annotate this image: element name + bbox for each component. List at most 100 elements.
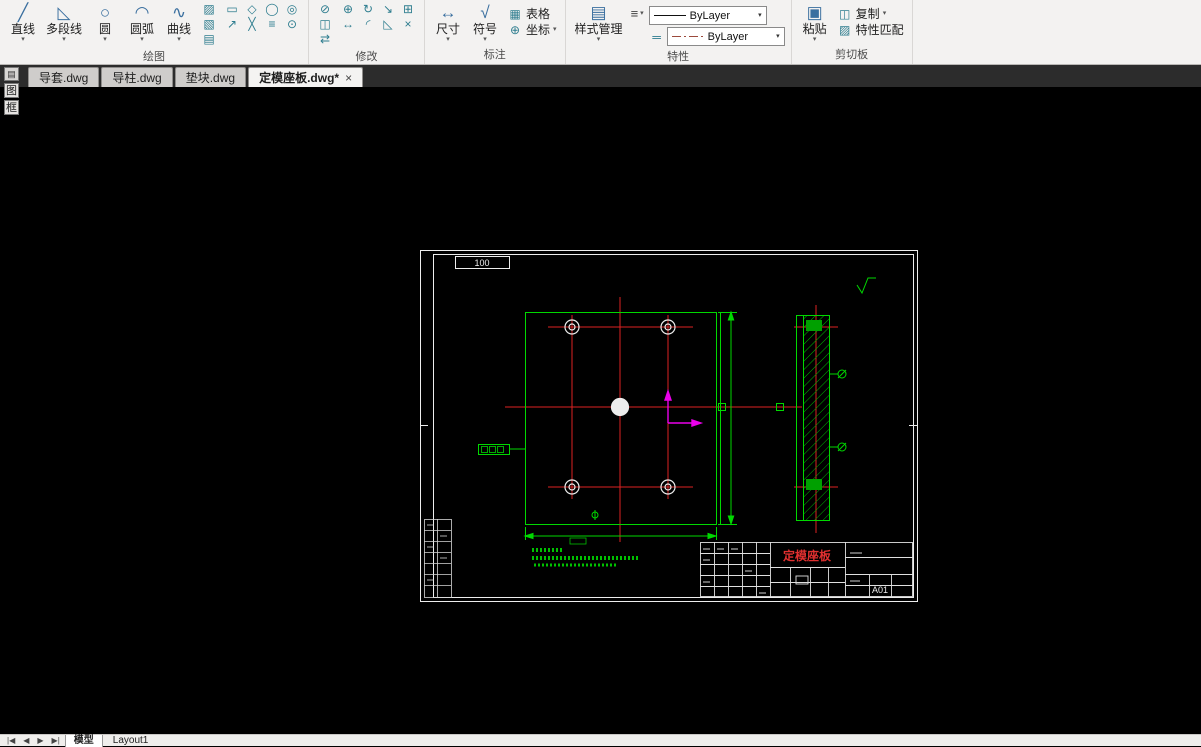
drawing-canvas[interactable]: 100 定模座板 A01 — [0, 87, 1201, 734]
multiline-icon[interactable]: ≡ — [262, 17, 282, 32]
match-properties-icon: ▨ — [839, 22, 851, 37]
panel-label-properties[interactable]: 特性 — [572, 47, 785, 66]
side-palette-tab[interactable]: ▤ 图 框 — [2, 67, 21, 115]
paste-button-label: 粘贴 — [802, 22, 827, 36]
panel-properties: ▤ 样式管理 ▾ ≡ ▾ ByLayer ▾ ═ ByLayer ▾ 特性 — [566, 0, 792, 64]
mirror-icon[interactable]: ⇄ — [315, 32, 335, 47]
match-properties-button[interactable]: ▨ 特性匹配 — [835, 22, 906, 38]
technical-notes[interactable] — [532, 537, 640, 567]
doc-tab-daotao[interactable]: 导套.dwg — [28, 67, 100, 87]
style-manager-icon: ▤ — [590, 3, 607, 22]
hatch-icon[interactable]: ▨ — [199, 2, 219, 17]
dimension-lines[interactable] — [523, 310, 737, 540]
chevron-down-icon: ▾ — [812, 36, 817, 43]
line-button[interactable]: ╱ 直线 ▾ — [6, 2, 40, 45]
last-tab-button[interactable]: ▶| — [49, 736, 63, 745]
model-space-canvas[interactable]: 100 定模座板 A01 — [0, 87, 1201, 734]
chevron-down-icon: ▾ — [882, 9, 887, 17]
circle-button[interactable]: ○ 圆 ▾ — [88, 2, 122, 45]
panel-label-modify[interactable]: 修改 — [315, 47, 418, 66]
revision-table[interactable] — [424, 519, 452, 598]
doc-tab-diankuai[interactable]: 垫块.dwg — [174, 67, 247, 87]
arc-button[interactable]: ◠ 圆弧 ▾ — [125, 2, 159, 45]
close-icon[interactable]: × — [345, 69, 352, 87]
main-view[interactable] — [478, 312, 784, 525]
copy-object-icon[interactable]: ◫ — [315, 17, 335, 32]
chevron-down-icon: ▾ — [103, 36, 107, 43]
rotate-icon[interactable]: ↻ — [358, 2, 378, 17]
chevron-down-icon: ▾ — [21, 36, 25, 43]
doc-tab-daozhu[interactable]: 导柱.dwg — [101, 67, 173, 87]
layer-menu-button[interactable]: ≡ ▾ — [629, 2, 646, 21]
panel-clipboard: ▣ 粘贴 ▾ ◫ 复制 ▾ ▨ 特性匹配 剪切板 — [792, 0, 913, 64]
style-manager-button[interactable]: ▤ 样式管理 ▾ — [572, 2, 626, 45]
chevron-down-icon: ▾ — [596, 36, 601, 43]
trim-icon[interactable]: × — [398, 17, 418, 32]
dimension-button[interactable]: ↔ 尺寸 ▾ — [431, 2, 465, 45]
centerlines[interactable] — [505, 297, 838, 542]
frame-number: 100 — [474, 258, 489, 268]
fillet-icon[interactable]: ◜ — [358, 17, 378, 32]
center-hole — [610, 397, 630, 417]
polyline-button[interactable]: ◺ 多段线 ▾ — [43, 2, 85, 45]
first-tab-button[interactable]: |◀ — [4, 736, 18, 745]
modify-grid: ⊕ ↻ ↘ ⊞ ↔ ◜ ◺ × — [338, 2, 418, 32]
layout-tab-bar: |◀ ◀ ▶ ▶| 模型 Layout1 — [0, 734, 1201, 747]
polygon-icon[interactable]: ◇ — [242, 2, 262, 17]
table-icon: ▦ — [509, 6, 521, 21]
panel-label-annotate[interactable]: 标注 — [431, 45, 559, 64]
move-icon[interactable]: ⊕ — [338, 2, 358, 17]
rectangle-icon[interactable]: ▭ — [222, 2, 242, 17]
construction-line-icon[interactable]: ╳ — [242, 17, 262, 32]
circle-button-label: 圆 — [99, 22, 112, 36]
chevron-down-icon: ▾ — [776, 32, 780, 40]
drawing-frame[interactable] — [420, 250, 918, 602]
ellipse-icon[interactable]: ◯ — [262, 2, 282, 17]
circle-icon: ○ — [99, 3, 111, 22]
paste-button[interactable]: ▣ 粘贴 ▾ — [798, 2, 832, 45]
text-icon[interactable]: ▤ — [199, 32, 219, 47]
stretch-icon[interactable]: ↔ — [338, 17, 358, 32]
next-tab-button[interactable]: ▶ — [34, 736, 46, 745]
line-icon: ╱ — [17, 3, 29, 22]
table-button[interactable]: ▦ 表格 — [505, 6, 559, 22]
doc-tab-dingmozuoban[interactable]: 定模座板.dwg* × — [248, 67, 364, 87]
scale-icon[interactable]: ↘ — [378, 2, 398, 17]
draw-extra-grid: ▭ ◇ ◯ ◎ ↗ ╳ ≡ ⊙ — [222, 2, 302, 32]
erase-icon[interactable]: ⊘ — [315, 2, 335, 17]
style-manager-label: 样式管理 — [574, 22, 623, 36]
spline-button[interactable]: ∿ 曲线 ▾ — [162, 2, 196, 45]
copy-button-label: 复制 — [855, 7, 880, 21]
gradient-icon[interactable]: ▧ — [199, 17, 219, 32]
ray-icon[interactable]: ↗ — [222, 17, 242, 32]
surface-finish-symbol[interactable] — [856, 277, 876, 295]
copy-button[interactable]: ◫ 复制 ▾ — [835, 6, 906, 22]
chevron-down-icon: ▾ — [62, 36, 66, 43]
point-icon[interactable]: ⊙ — [282, 17, 302, 32]
chevron-down-icon: ▾ — [140, 36, 144, 43]
side-section-view[interactable] — [796, 315, 847, 521]
linetype-combo[interactable]: ByLayer ▾ — [648, 6, 767, 25]
donut-icon[interactable]: ◎ — [282, 2, 302, 17]
paste-icon: ▣ — [806, 3, 823, 22]
panel-label-draw[interactable]: 绘图 — [6, 47, 302, 66]
coordinate-button-label: 坐标 — [526, 23, 551, 37]
model-tab[interactable]: 模型 — [64, 734, 103, 747]
lineweight-icon[interactable]: ═ — [649, 30, 665, 44]
panel-label-clipboard[interactable]: 剪切板 — [798, 45, 906, 64]
copy-icon: ◫ — [839, 6, 851, 21]
chamfer-icon[interactable]: ◺ — [378, 17, 398, 32]
linetype2-combo[interactable]: ByLayer ▾ — [666, 27, 785, 46]
modify-column: ⊘ ◫ ⇄ — [315, 2, 335, 47]
arc-button-label: 圆弧 — [130, 22, 155, 36]
symbol-icon: √ — [480, 3, 490, 22]
coordinate-button[interactable]: ⊕ 坐标 ▾ — [505, 22, 559, 38]
title-block-code: A01 — [872, 585, 888, 595]
prev-tab-button[interactable]: ◀ — [20, 736, 32, 745]
panel-draw: ╱ 直线 ▾ ◺ 多段线 ▾ ○ 圆 ▾ ◠ 圆弧 ▾ ∿ 曲线 ▾ ▨ ▧ ▤… — [0, 0, 310, 66]
symbol-button[interactable]: √ 符号 ▾ — [468, 2, 502, 45]
array-icon[interactable]: ⊞ — [398, 2, 418, 17]
linetype-preview-dashdot — [671, 32, 704, 41]
layout1-tab[interactable]: Layout1 — [105, 735, 157, 747]
side-palette-char: 框 — [4, 100, 19, 115]
